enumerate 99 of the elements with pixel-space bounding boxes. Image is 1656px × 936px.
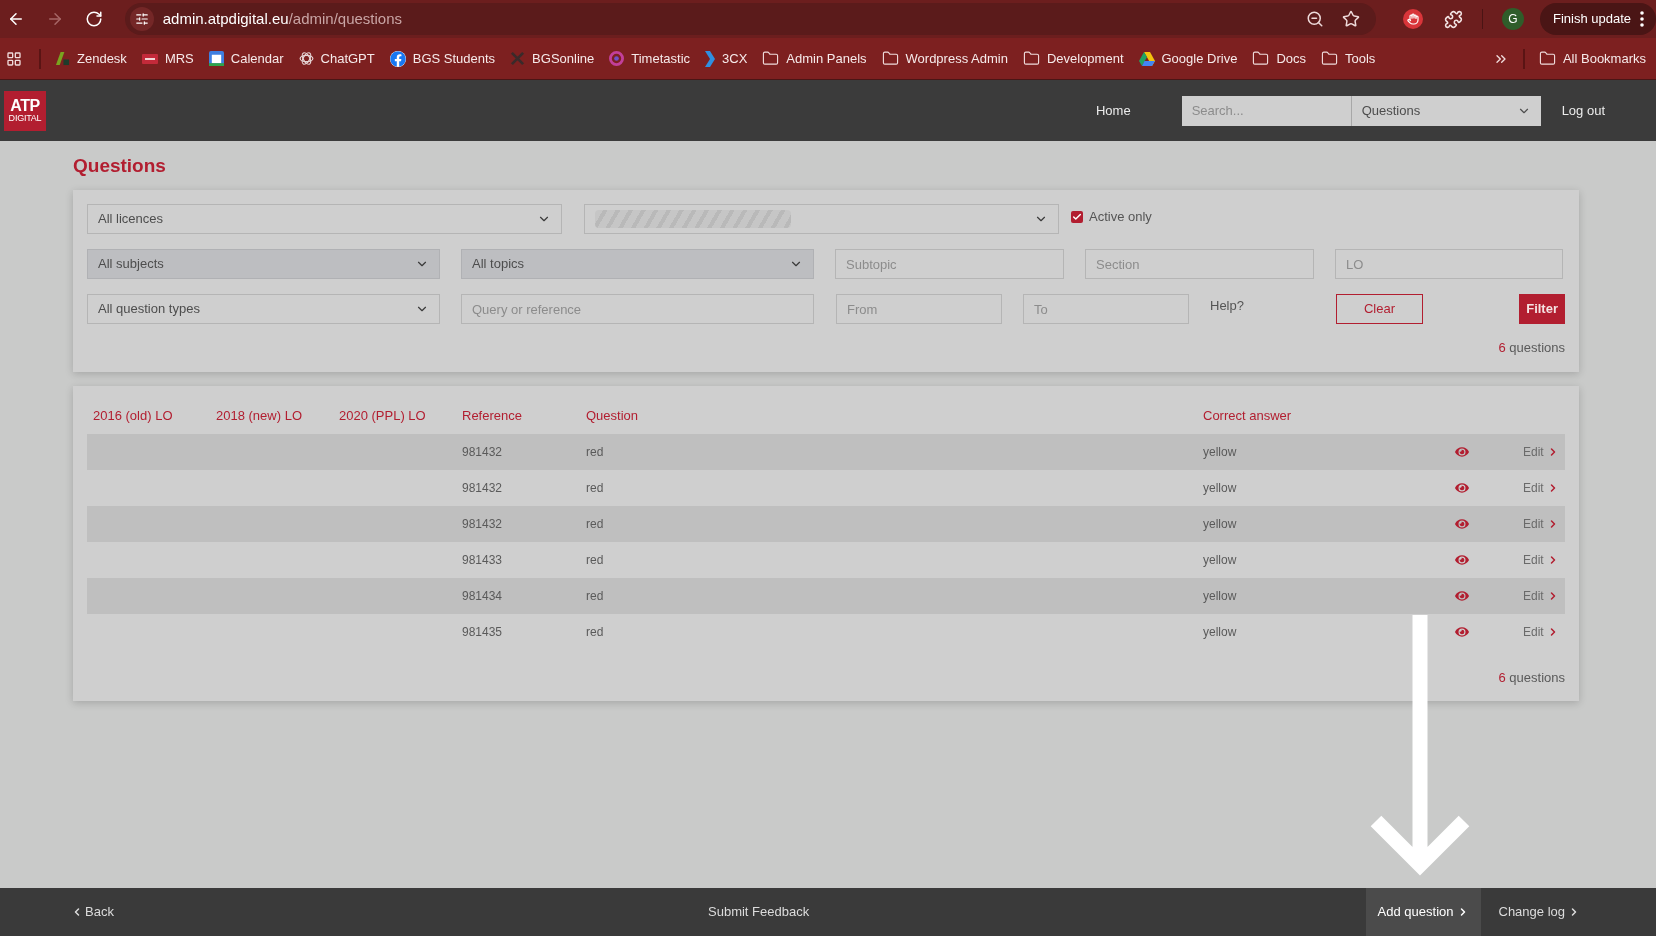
table-cell-text: 981432 <box>462 443 504 461</box>
home-link[interactable]: Home <box>1095 100 1131 121</box>
input-field[interactable]: To <box>1023 294 1189 324</box>
zoom-out-icon[interactable] <box>1306 10 1325 28</box>
knot-icon <box>298 51 314 66</box>
update-button[interactable]: Finish update <box>1539 3 1656 35</box>
folder-icon <box>1252 50 1270 67</box>
cross-icon <box>510 51 526 66</box>
apps-grid-icon[interactable] <box>6 50 22 67</box>
table-cell-text: yellow <box>1203 623 1238 641</box>
folder-icon <box>1022 50 1040 67</box>
filter-button[interactable]: Filter <box>1519 294 1565 324</box>
result-count: 6 questions <box>1498 339 1565 357</box>
spiral-icon <box>609 51 625 66</box>
result-count: 6 questions <box>1498 668 1565 687</box>
bookmark-link[interactable]: Wordpress Admin <box>881 48 1008 69</box>
bookmark-link[interactable]: ChatGPT <box>298 48 375 69</box>
table-cell-text: red <box>586 587 605 605</box>
input-field[interactable]: Section <box>1085 249 1314 279</box>
bookmark-link[interactable]: BGSonline <box>510 48 595 69</box>
triangle-icon <box>1138 51 1155 66</box>
help-link[interactable]: Help? <box>1210 296 1244 316</box>
bookmark-link[interactable]: Calendar <box>208 48 284 69</box>
circle-logo-icon <box>389 50 406 67</box>
checkbox[interactable] <box>1071 210 1083 223</box>
shapes-icon <box>55 51 70 66</box>
column-header[interactable]: Question <box>586 405 1203 426</box>
eye-icon[interactable] <box>1455 588 1469 603</box>
input-field[interactable]: LO <box>1335 249 1563 279</box>
bookmark-link[interactable]: Zendesk <box>55 48 127 69</box>
table-cell-text: 981434 <box>462 587 504 605</box>
column-header[interactable]: Correct answer <box>1203 405 1455 426</box>
check-icon <box>1072 211 1082 222</box>
table-cell-text: 981435 <box>462 623 504 641</box>
column-header[interactable]: 2020 (PPL) LO <box>339 405 462 426</box>
calendar-icon <box>208 51 224 66</box>
table-cell-text: 981432 <box>462 515 504 533</box>
input-field[interactable]: From <box>836 294 1002 324</box>
dropdown[interactable]: All question types <box>87 294 440 324</box>
table-cell-text: 981432 <box>462 479 504 497</box>
checkbox-label: Active only <box>1089 208 1152 226</box>
column-header[interactable]: Reference <box>462 405 586 426</box>
badge-icon <box>141 53 158 64</box>
footer-link[interactable]: Change log <box>1486 888 1592 936</box>
page-title: Questions <box>73 154 167 178</box>
puzzle-icon[interactable] <box>1444 9 1463 29</box>
feedback-link[interactable]: Submit Feedback <box>708 902 810 922</box>
folder-icon <box>1321 50 1338 67</box>
bookmark-link[interactable]: Tools <box>1321 48 1376 69</box>
folder-icon <box>881 50 899 67</box>
address-bar[interactable]: admin.atpdigital.eu/admin/questions <box>124 3 1377 35</box>
table-cell-text: yellow <box>1203 551 1238 569</box>
input-field[interactable]: Query or reference <box>461 294 814 324</box>
column-header[interactable]: 2016 (old) LO <box>93 405 216 426</box>
logo[interactable]: ATP DIGITAL <box>4 90 46 131</box>
table-cell-text: yellow <box>1203 587 1238 605</box>
profile-avatar[interactable]: G <box>1502 8 1524 30</box>
reload-icon <box>84 10 103 28</box>
folder-icon <box>1538 50 1556 67</box>
table-cell-text: red <box>586 515 605 533</box>
clear-button[interactable]: Clear <box>1335 294 1423 324</box>
eye-icon[interactable] <box>1455 624 1469 639</box>
more-icon <box>1640 11 1644 27</box>
back-link[interactable]: Back <box>71 902 114 922</box>
table-cell-text: red <box>586 479 605 497</box>
site-settings-icon[interactable] <box>129 7 154 31</box>
dropdown[interactable]: All licences <box>87 204 562 234</box>
bookmark-link[interactable]: Docs <box>1252 48 1306 69</box>
folder-icon <box>762 50 780 67</box>
eye-icon[interactable] <box>1455 480 1469 495</box>
table-cell-text: yellow <box>1203 515 1238 533</box>
input-field[interactable]: Subtopic <box>835 249 1064 279</box>
down-arrow-icon <box>1370 615 1470 877</box>
section-select[interactable]: Questions <box>1350 95 1541 126</box>
star-icon[interactable] <box>1342 10 1361 28</box>
bookmark-link[interactable]: Timetastic <box>609 48 690 69</box>
table-cell-text: red <box>586 443 605 461</box>
bookmark-link[interactable]: BGS Students <box>389 48 496 69</box>
bookmark-link[interactable]: MRS <box>141 48 194 69</box>
table-cell-text: red <box>586 623 605 641</box>
url-text: admin.atpdigital.eu/admin/questions <box>162 8 403 29</box>
eye-icon[interactable] <box>1455 552 1469 567</box>
table-cell-text: yellow <box>1203 443 1238 461</box>
eye-icon[interactable] <box>1455 516 1469 531</box>
column-header[interactable]: 2018 (new) LO <box>216 405 339 426</box>
table-cell-text: yellow <box>1203 479 1238 497</box>
table-cell-text: red <box>586 551 605 569</box>
eye-icon[interactable] <box>1455 444 1469 459</box>
bookmark-link[interactable]: Admin Panels <box>762 48 867 69</box>
table-cell-text: 981433 <box>462 551 504 569</box>
bookmark-link[interactable]: All Bookmarks <box>1538 48 1646 69</box>
hand-extension-icon[interactable] <box>1403 9 1424 29</box>
footer-link[interactable]: Add question <box>1365 888 1481 936</box>
bookmark-link[interactable]: Development <box>1022 48 1124 69</box>
chevron-icon <box>705 50 715 67</box>
bookmark-link[interactable]: Google Drive <box>1138 48 1238 69</box>
search-field[interactable]: Search... <box>1181 95 1351 126</box>
bookmark-link[interactable]: 3CX <box>705 48 748 69</box>
logout-link[interactable]: Log out <box>1561 100 1605 121</box>
